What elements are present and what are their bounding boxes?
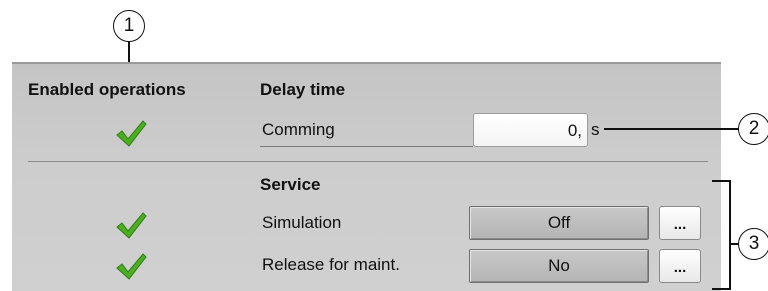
section-divider — [28, 161, 708, 162]
callout-3-bracket-top — [712, 180, 730, 182]
callout-2-leader — [604, 128, 740, 130]
check-icon — [116, 120, 147, 147]
enabled-operations-heading: Enabled operations — [28, 80, 186, 99]
release-button-label: No — [548, 256, 570, 275]
check-icon — [116, 253, 147, 280]
callout-3: 3 — [738, 228, 768, 260]
callout-3-number: 3 — [748, 233, 760, 254]
check-icon — [116, 212, 147, 239]
callout-3-bracket-bottom — [712, 288, 730, 290]
simulation-more-label: ... — [673, 216, 687, 233]
delay-value-field[interactable]: 0, — [473, 113, 588, 147]
release-for-maint-label: Release for maint. — [262, 255, 400, 274]
delay-unit: s — [591, 120, 600, 139]
callout-1: 1 — [113, 10, 145, 42]
delay-time-heading: Delay time — [260, 80, 346, 99]
release-more-label: ... — [673, 259, 687, 276]
simulation-label: Simulation — [262, 213, 342, 232]
release-more-button[interactable]: ... — [659, 249, 701, 283]
simulation-button[interactable]: Off — [469, 206, 649, 240]
service-heading: Service — [260, 175, 321, 194]
release-for-maint-button[interactable]: No — [469, 249, 649, 283]
simulation-button-label: Off — [547, 213, 571, 232]
callout-1-number: 1 — [123, 15, 135, 36]
delay-row-underline — [260, 146, 473, 147]
simulation-more-button[interactable]: ... — [659, 206, 701, 240]
callout-2-number: 2 — [748, 118, 760, 139]
callout-2: 2 — [738, 113, 768, 145]
delay-comming-label: Comming — [262, 120, 335, 139]
panel-top-border — [12, 62, 721, 64]
callout-3-bracket-vertical — [729, 180, 731, 290]
